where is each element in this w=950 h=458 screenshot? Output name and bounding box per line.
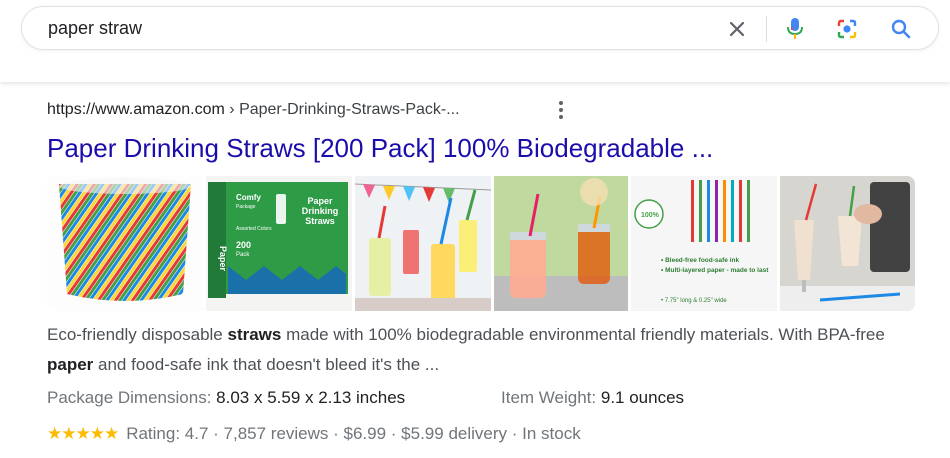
feature-text-2: • Multi-layered paper - made to last xyxy=(661,267,769,274)
image-party-drinks[interactable] xyxy=(355,176,491,311)
image-features[interactable]: 100% • Bleed-free food-safe ink • Multi-… xyxy=(631,176,777,311)
box-count-unit-text: Pack xyxy=(236,252,250,258)
badge-text: 100% xyxy=(641,212,660,219)
result-url[interactable]: https://www.amazon.com › Paper-Drinking-… xyxy=(47,101,460,119)
clear-search-button[interactable] xyxy=(722,14,752,44)
result-domain: https://www.amazon.com xyxy=(47,101,225,118)
snippet-text: Eco-friendly disposable xyxy=(47,325,228,344)
box-count-text: 200 xyxy=(236,240,251,250)
box-side-text: Paper xyxy=(218,246,228,272)
box-title-text: Paper Drinking Straws xyxy=(301,196,339,226)
fact-value: 9.1 ounces xyxy=(600,388,685,407)
more-dot-icon xyxy=(559,108,563,112)
search-bar[interactable] xyxy=(21,6,939,50)
search-input[interactable] xyxy=(48,18,648,39)
image-search-button[interactable] xyxy=(832,14,862,44)
box-brand-text: Comfy xyxy=(236,193,261,202)
search-icon xyxy=(891,19,911,39)
camera-lens-icon xyxy=(837,19,857,39)
image-straw-bundle[interactable] xyxy=(47,176,203,311)
microphone-icon xyxy=(787,18,803,39)
feature-text-3: • 7.75" long & 0.25" wide xyxy=(661,298,727,304)
result-title-link[interactable]: Paper Drinking Straws [200 Pack] 100% Bi… xyxy=(47,133,713,164)
rating-text: Rating: 4.7 · 7,857 reviews · $6.99 · $5… xyxy=(126,424,581,443)
image-milkshakes[interactable] xyxy=(780,176,915,311)
straw-bundle-picture xyxy=(59,178,191,301)
close-icon xyxy=(729,21,745,37)
features-picture: 100% • Bleed-free food-safe ink • Multi-… xyxy=(631,176,777,311)
fact-label: Package Dimensions: xyxy=(47,388,212,407)
box-colors-text: Assorted Colors xyxy=(236,226,272,232)
milkshakes-picture xyxy=(780,176,915,311)
fact-package-dimensions: Package Dimensions: 8.03 x 5.59 x 2.13 i… xyxy=(47,388,405,408)
fact-item-weight: Item Weight: 9.1 ounces xyxy=(501,388,684,408)
search-button[interactable] xyxy=(886,14,916,44)
box-brand-sub-text: Package xyxy=(236,204,256,210)
image-strip: Comfy Package Paper Drinking Straws Asso… xyxy=(47,176,915,311)
image-mason-jars[interactable] xyxy=(494,176,628,311)
fact-label: Item Weight: xyxy=(501,388,597,407)
star-rating-icon: ★★★★★ xyxy=(47,424,119,443)
feature-text-1: • Bleed-free food-safe ink xyxy=(661,257,740,264)
result-path: › Paper-Drinking-Straws-Pack-... xyxy=(224,101,460,118)
search-header xyxy=(0,0,950,82)
result-snippet: Eco-friendly disposable straws made with… xyxy=(47,320,927,380)
fact-value: 8.03 x 5.59 x 2.13 inches xyxy=(216,388,406,407)
voice-search-button[interactable] xyxy=(780,14,810,44)
more-options-button[interactable] xyxy=(552,99,570,121)
rating-line: ★★★★★ Rating: 4.7 · 7,857 reviews · $6.9… xyxy=(47,424,581,444)
straw-box-picture: Comfy Package Paper Drinking Straws Asso… xyxy=(206,176,352,311)
snippet-text: made with 100% biodegradable environment… xyxy=(281,325,885,344)
snippet-text: and food-safe ink that doesn't bleed it'… xyxy=(93,355,440,374)
image-straw-box[interactable]: Comfy Package Paper Drinking Straws Asso… xyxy=(206,176,352,311)
more-dot-icon xyxy=(559,115,563,119)
snippet-highlight: straws xyxy=(227,325,282,344)
mason-jars-picture xyxy=(494,176,628,311)
party-drinks-picture xyxy=(355,176,491,311)
search-divider xyxy=(766,16,767,42)
more-dot-icon xyxy=(559,101,563,105)
snippet-highlight: paper xyxy=(47,355,94,374)
